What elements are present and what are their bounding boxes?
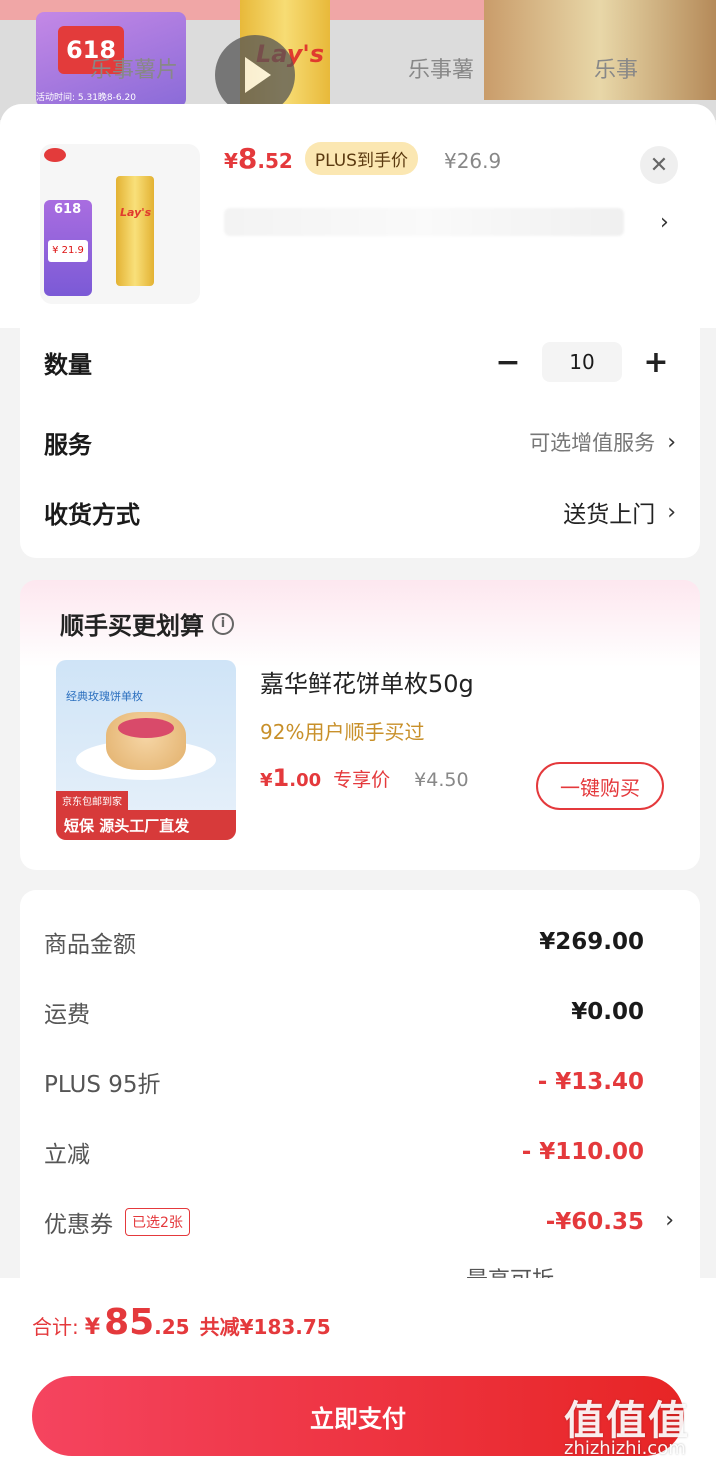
addon-card: 顺手买更划算 i 经典玫瑰饼单枚 京东包邮到家 短保 源头工厂直发 嘉华鲜花饼单… [20,580,700,870]
product-price: ¥8.52 [224,142,293,175]
addon-price: ¥1.00 [260,764,321,792]
chevron-right-icon: › [667,499,676,525]
increment-button[interactable]: + [636,345,676,380]
background-product-image [484,0,716,100]
plus-price-badge: PLUS到手价 [304,142,418,175]
delivery-value: 送货上门 › [563,495,676,529]
instant-discount-label: 立减 [44,1142,90,1168]
addon-price-yen: ¥ [260,770,273,791]
addon-price-int: 1 [272,764,290,792]
shipping-label: 运费 [44,1002,90,1028]
total-label: 合计: [32,1315,79,1339]
coupon-label: 优惠券 已选2张 [44,1205,190,1239]
addon-product-image[interactable]: 经典玫瑰饼单枚 京东包邮到家 短保 源头工厂直发 [56,660,236,840]
addon-title-text: 顺手买更划算 [60,612,204,640]
chevron-right-icon: › [667,429,676,455]
background-text-right: 乐事 [594,58,639,83]
chevron-right-icon[interactable]: › [660,210,669,235]
goods-amount-label: 商品金额 [44,932,136,958]
instant-discount-row: 立减 - ¥110.00 [44,1132,644,1172]
summary-card: 商品金额 ¥269.00 运费 ¥0.00 PLUS 95折 - ¥13.40 … [20,890,700,1320]
delivery-value-text: 送货上门 [563,502,656,528]
plus-discount-label: PLUS 95折 [44,1072,161,1098]
original-price: ¥26.9 [443,149,502,173]
quantity-row: 数量 − 10 + [44,342,676,382]
background-text-mid: 乐事薯 [408,58,475,83]
total-dec: .25 [154,1315,190,1339]
addon-orig-price: ¥4.50 [414,769,469,791]
shipping-row: 运费 ¥0.00 [44,992,644,1032]
watermark-url: zhizhizhi.com [564,1438,686,1459]
cake-filling-shape [118,718,174,738]
quantity-input[interactable]: 10 [542,342,622,382]
total-yen: ¥ [84,1315,101,1340]
addon-title: 顺手买更划算 i [60,606,234,641]
service-value: 可选增值服务 › [529,427,676,457]
background-page: 618 Lay's 乐事薯片 乐事薯 乐事 活动时间: 5.31晚8-6.20 [0,0,716,120]
coupon-count-badge: 已选2张 [125,1208,190,1236]
close-icon: ✕ [649,152,669,178]
goods-amount-value: ¥269.00 [539,929,644,955]
thumb-product-can [116,176,154,286]
product-price-row: ¥8.52 PLUS到手价 ¥26.9 [224,142,501,175]
background-event-time: 活动时间: 5.31晚8-6.20 [36,93,136,103]
quantity-stepper: − 10 + [488,342,676,382]
thumb-brand-label: Lay's [120,206,152,219]
sheet-header: 618 ¥ 21.9 Lay's ¥8.52 PLUS到手价 ¥26.9 ✕ › [0,104,716,328]
partial-hidden-text: 最高可折 [466,1262,554,1278]
shipping-value: ¥0.00 [571,999,644,1025]
product-price-dec: .52 [257,149,293,173]
addon-buyers: 92%用户顺手买过 [260,720,425,744]
coupon-label-text: 优惠券 [44,1212,113,1238]
addon-price-row: ¥1.00 专享价 ¥4.50 [260,764,469,792]
plus-discount-value: - ¥13.40 [537,1069,644,1095]
delivery-label: 收货方式 [44,500,140,529]
play-icon[interactable] [215,35,295,115]
service-row[interactable]: 服务 可选增值服务 › [44,422,676,462]
addon-name[interactable]: 嘉华鲜花饼单枚50g [260,664,474,699]
site-watermark: 值值值 zhizhizhi.com [564,1388,714,1464]
chevron-right-icon[interactable]: › [665,1208,674,1233]
coupon-row[interactable]: 优惠券 已选2张 -¥60.35 [44,1202,644,1242]
addon-image-label: 经典玫瑰饼单枚 [66,690,143,703]
product-price-int: 8 [237,142,258,175]
thumb-618-badge: 618 [54,202,82,217]
thumb-price: ¥ 21.9 [48,240,88,262]
decrement-button[interactable]: − [488,345,528,380]
quantity-label: 数量 [44,350,92,379]
purchase-sheet: 618 ¥ 21.9 Lay's ¥8.52 PLUS到手价 ¥26.9 ✕ ›… [0,104,716,1464]
background-text-left: 乐事薯片 [90,58,179,83]
instant-discount-value: - ¥110.00 [521,1139,644,1165]
total-row: 合计: ¥ 85.25 共减¥183.75 [32,1302,331,1343]
total-amount: 85.25 [104,1302,190,1343]
addon-price-dec: .00 [289,770,322,791]
one-click-buy-button[interactable]: 一键购买 [536,762,664,810]
addon-image-small-banner: 京东包邮到家 [56,791,128,810]
delivery-row[interactable]: 收货方式 送货上门 › [44,492,676,532]
product-thumbnail[interactable]: 618 ¥ 21.9 Lay's [40,144,200,304]
total-int: 85 [104,1302,155,1343]
addon-price-tag: 专享价 [333,769,391,791]
product-title-blurred [224,208,624,236]
close-button[interactable]: ✕ [640,146,678,184]
goods-amount-row: 商品金额 ¥269.00 [44,922,644,962]
coupon-value: -¥60.35 [545,1209,644,1235]
plus-discount-row: PLUS 95折 - ¥13.40 [44,1062,644,1102]
brand-logo-icon [44,148,66,162]
options-card: 数量 − 10 + 服务 可选增值服务 › 收货方式 送货上门 › [20,328,700,558]
product-price-yen: ¥ [224,149,238,173]
addon-image-banner: 短保 源头工厂直发 [56,810,236,840]
total-savings: 共减¥183.75 [199,1315,331,1339]
service-label: 服务 [44,430,92,459]
info-icon[interactable]: i [212,612,234,635]
service-value-text: 可选增值服务 [529,431,656,455]
